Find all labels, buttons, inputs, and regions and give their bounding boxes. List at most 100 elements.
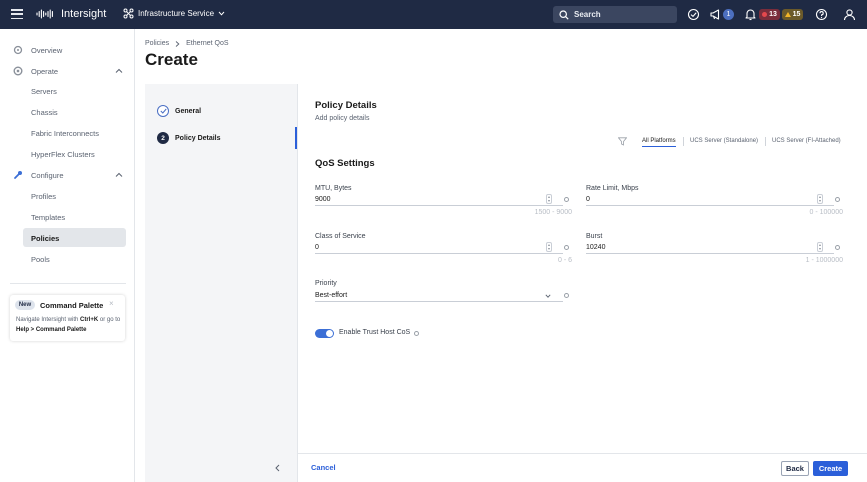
burst-input[interactable] [586,244,806,251]
bell-icon[interactable] [744,8,757,21]
page-title: Create [145,50,198,69]
priority-label: Priority [315,280,337,287]
cisco-logo [36,9,53,19]
chevron-up-icon [115,68,123,73]
sidebar-item-servers[interactable]: Servers [0,82,135,100]
search-input[interactable] [574,10,664,19]
sidebar-item-templates[interactable]: Templates [0,208,135,226]
section-title: Policy Details [315,100,377,111]
cos-field [315,242,563,254]
desc-text: or go to [98,317,121,323]
rate-limit-field [586,194,834,206]
burst-label: Burst [586,233,603,240]
notification-count-badge: 1 [723,9,734,20]
breadcrumb-policies-link[interactable]: Policies [145,40,169,47]
chevron-down-icon [545,294,551,298]
sidebar-item-pools[interactable]: Pools [0,250,135,268]
sidebar-item-hyperflex-clusters[interactable]: HyperFlex Clusters [0,145,135,163]
priority-select[interactable]: Best-effort [315,290,563,302]
step-number: 2 [157,132,169,144]
wizard-steps: General 2 Policy Details [145,84,297,482]
info-icon[interactable] [564,293,569,298]
step-policy-details[interactable]: 2 Policy Details [157,132,221,144]
priority-value: Best-effort [315,292,348,299]
cos-range: 0 - 6 [557,257,572,264]
chevron-left-icon[interactable] [273,463,283,473]
service-switcher[interactable]: Infrastructure Service [123,8,225,19]
sidebar-item-chassis[interactable]: Chassis [0,103,135,121]
burst-field [586,242,834,254]
command-palette-card: New Command Palette × Navigate Intersigh… [10,295,125,341]
sidebar-item-fabric-interconnects[interactable]: Fabric Interconnects [0,124,135,142]
configure-icon [14,171,22,179]
sidebar-item-policies[interactable]: Policies [0,229,135,247]
burst-stepper[interactable] [817,242,823,252]
sidebar-item-label: Overview [31,45,63,55]
user-icon[interactable] [843,8,856,21]
sidebar-item-label: Pools [31,254,50,264]
cos-input[interactable] [315,244,535,251]
sidebar-item-label: Servers [31,86,57,96]
mtu-field [315,194,563,206]
footer-divider [297,453,867,454]
sidebar-item-label: Configure [31,170,64,180]
rate-limit-input[interactable] [586,196,806,203]
mtu-stepper[interactable] [546,194,552,204]
sidebar-item-configure[interactable]: Configure [0,166,135,184]
cancel-button[interactable]: Cancel [311,463,336,472]
sidebar-item-label: Templates [31,212,66,222]
policy-details-form: Policy Details Add policy details All Pl… [297,84,867,482]
qos-settings-title: QoS Settings [315,158,375,169]
rate-limit-range: 0 - 100000 [809,209,843,216]
menu-icon[interactable] [11,9,23,20]
info-icon[interactable] [835,197,840,202]
info-icon[interactable] [414,331,419,336]
sidebar-item-operate[interactable]: Operate [0,62,135,80]
step-label: General [175,107,202,115]
rate-limit-stepper[interactable] [817,194,823,204]
sidebar-item-label: Profiles [31,191,57,201]
tasks-check-icon[interactable] [687,8,700,21]
info-icon[interactable] [564,245,569,250]
new-badge: New [15,300,35,310]
search-box[interactable] [553,6,677,23]
platform-tab-all[interactable]: All Platforms [642,138,676,147]
warning-alarms-count: 15 [792,11,801,18]
alarms-summary[interactable]: 13 15 [759,9,804,20]
platform-tab-standalone[interactable]: UCS Server (Standalone) [690,138,758,144]
help-icon[interactable] [815,8,828,21]
sidebar-item-label: Policies [31,233,60,243]
critical-alarms-count: 13 [769,11,777,18]
cos-stepper[interactable] [546,242,552,252]
help-path: Help > Command Palette [16,326,87,333]
mtu-input[interactable] [315,196,535,203]
info-icon[interactable] [835,245,840,250]
close-icon[interactable]: × [109,299,114,308]
platform-tab-fi-attached[interactable]: UCS Server (FI-Attached) [772,138,841,144]
warning-alarms-badge[interactable]: 15 [782,9,803,20]
cos-label: Class of Service [315,233,366,240]
trust-host-cos-toggle[interactable] [315,329,334,338]
create-button[interactable]: Create [813,461,848,476]
command-palette-description: Navigate Intersight with Ctrl+K or go to… [16,316,124,335]
brand-name: Intersight [61,8,107,20]
sidebar-item-profiles[interactable]: Profiles [0,187,135,205]
filter-icon[interactable] [618,137,627,146]
tab-separator [683,137,684,146]
sidebar-item-label: HyperFlex Clusters [31,149,95,159]
sidebar-item-overview[interactable]: Overview [0,41,135,59]
announcement-icon[interactable] [709,8,722,21]
breadcrumb-current: Ethernet QoS [186,40,229,47]
sidebar-item-label: Chassis [31,107,58,117]
breadcrumb: Policies Ethernet QoS [145,40,229,47]
shortcut-keys: Ctrl+K [80,317,99,323]
info-icon[interactable] [564,197,569,202]
sidebar-item-label: Fabric Interconnects [31,128,99,138]
chevron-right-icon [175,40,180,47]
sidebar: Overview Operate Servers Chassis Fabric … [0,29,135,482]
rate-limit-label: Rate Limit, Mbps [586,185,639,192]
critical-alarms-badge[interactable]: 13 [759,9,780,20]
step-general[interactable]: General [157,105,201,117]
back-button[interactable]: Back [781,461,809,476]
chevron-down-icon [218,11,225,16]
